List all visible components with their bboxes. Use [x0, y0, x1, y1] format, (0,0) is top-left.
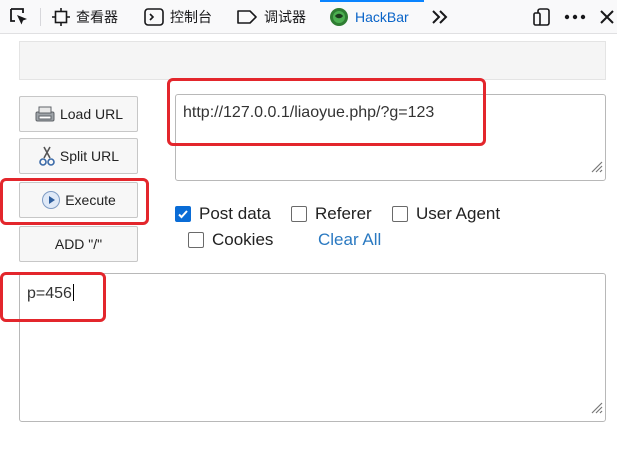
post-data-textarea[interactable]: p=456: [19, 273, 606, 422]
checkbox-label: Cookies: [212, 230, 274, 249]
post-text: p=456: [27, 285, 72, 302]
tab-label: 控制台: [170, 9, 212, 25]
checkbox-label: Post data: [199, 204, 271, 223]
load-url-button[interactable]: Load URL: [19, 96, 138, 132]
resize-grip-icon[interactable]: [589, 159, 603, 178]
close-icon: [599, 9, 615, 25]
tab-debugger[interactable]: 调试器: [236, 0, 306, 34]
responsive-mode-icon: [532, 7, 552, 27]
tab-hackbar[interactable]: HackBar: [329, 0, 409, 34]
tab-label: 调试器: [264, 9, 306, 25]
console-icon: [144, 8, 164, 26]
active-tab-indicator: [320, 0, 424, 2]
tab-label: 查看器: [76, 9, 118, 25]
tab-label: HackBar: [355, 9, 409, 25]
tab-console[interactable]: 控制台: [144, 0, 212, 34]
devtools-toolbar: 查看器 控制台 调试器 HackBar: [0, 0, 617, 34]
text-caret: [72, 284, 74, 301]
toolbar-divider: [40, 8, 41, 26]
tab-inspector[interactable]: 查看器: [52, 0, 118, 34]
checkbox-icon: [392, 206, 408, 222]
inspector-icon: [52, 8, 70, 26]
add-slash-button[interactable]: ADD "/": [19, 226, 138, 262]
checkbox-label: User Agent: [416, 204, 501, 223]
user-agent-checkbox[interactable]: User Agent: [392, 204, 500, 224]
resize-grip-icon[interactable]: [589, 400, 603, 419]
load-url-icon: [34, 105, 56, 123]
button-label: Execute: [65, 192, 116, 208]
button-label: Split URL: [59, 148, 120, 164]
checkbox-icon: [188, 232, 204, 248]
more-tabs-button[interactable]: [430, 0, 450, 34]
dock-options-button[interactable]: [532, 0, 552, 34]
url-text: http://127.0.0.1/liaoyue.php/?g=123: [183, 104, 435, 121]
overflow-menu-button[interactable]: [564, 0, 586, 34]
checkbox-label: Referer: [315, 204, 372, 223]
hackbar-menu-strip: [19, 41, 606, 80]
referer-checkbox[interactable]: Referer: [291, 204, 372, 224]
double-chevron-right-icon: [430, 8, 450, 26]
checkbox-checked-icon: [175, 206, 191, 222]
post-data-checkbox[interactable]: Post data: [175, 204, 271, 224]
checkbox-icon: [291, 206, 307, 222]
button-label: ADD "/": [54, 236, 103, 252]
url-textarea[interactable]: http://127.0.0.1/liaoyue.php/?g=123: [175, 94, 606, 181]
execute-button[interactable]: Execute: [19, 182, 138, 218]
cookies-checkbox[interactable]: Cookies: [188, 230, 273, 250]
debugger-icon: [236, 9, 258, 25]
hackbar-logo-icon: [329, 7, 349, 27]
play-icon: [41, 190, 61, 210]
element-picker-button[interactable]: [8, 0, 30, 34]
close-devtools-button[interactable]: [599, 0, 615, 34]
scissors-icon: [38, 145, 56, 167]
button-label: Load URL: [59, 106, 124, 122]
ellipsis-icon: [564, 14, 586, 20]
clear-all-link[interactable]: Clear All: [318, 230, 381, 250]
split-url-button[interactable]: Split URL: [19, 138, 138, 174]
picker-icon: [8, 6, 30, 28]
